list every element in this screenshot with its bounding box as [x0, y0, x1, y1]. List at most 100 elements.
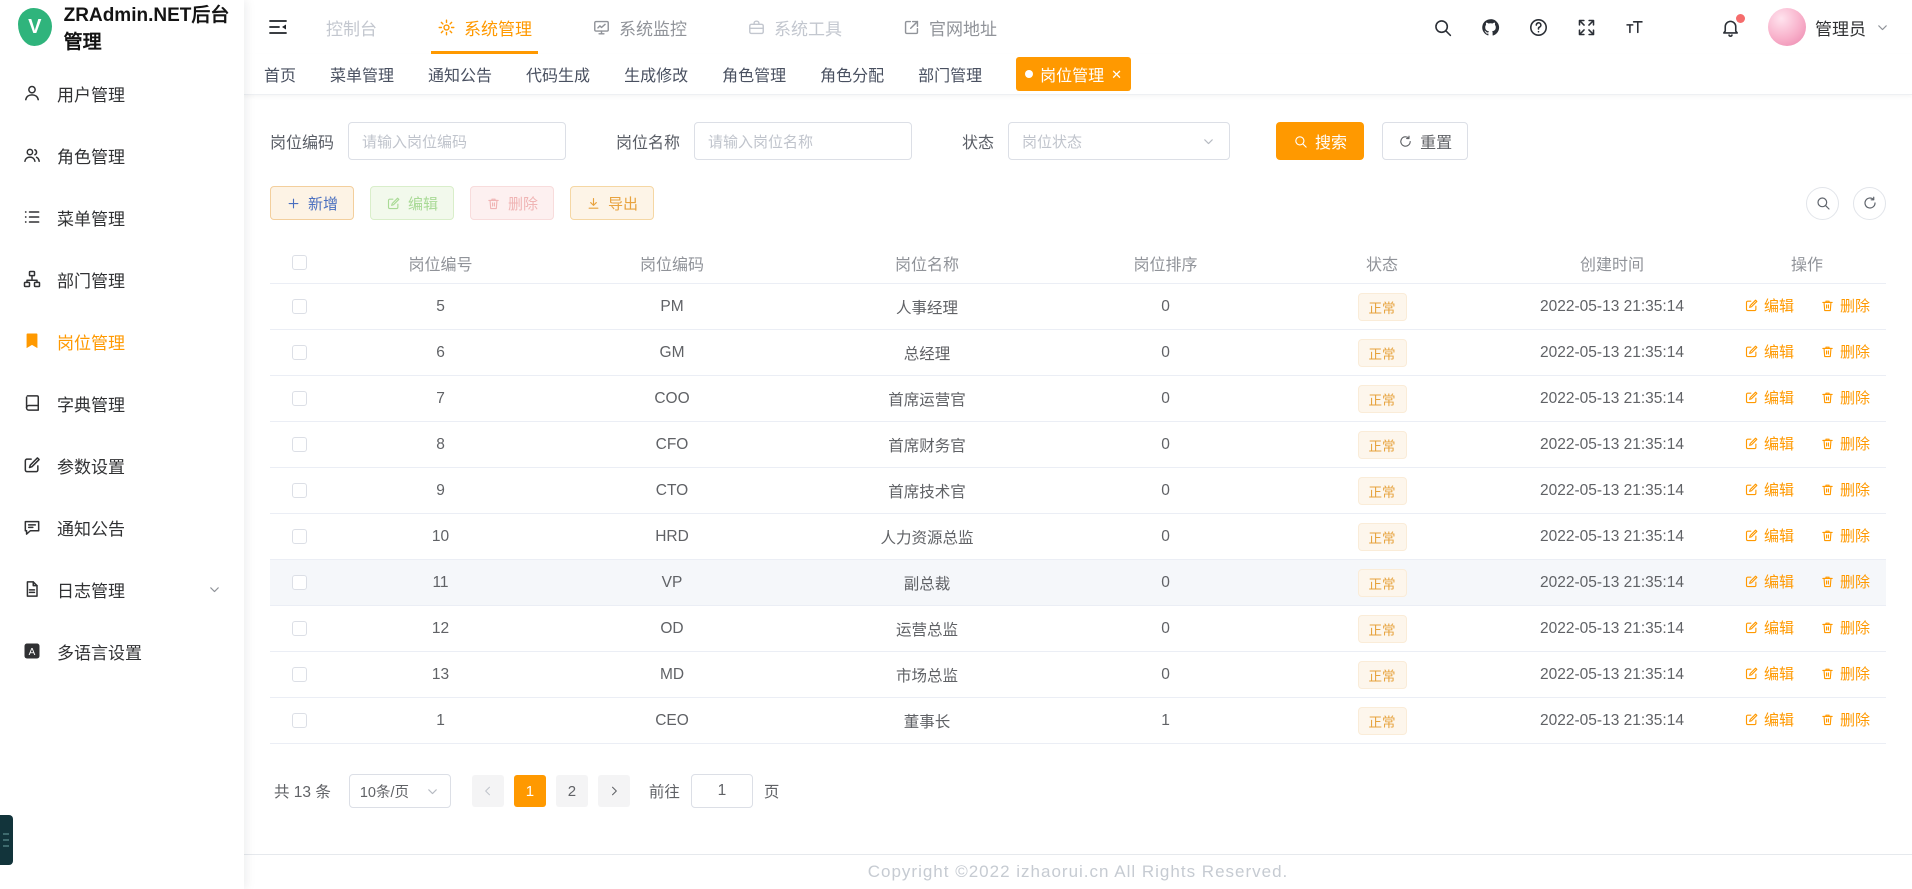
sidebar-item-menu[interactable]: 菜单管理	[0, 186, 244, 248]
sidebar-item-label: 通知公告	[57, 519, 125, 539]
tab-post[interactable]: 岗位管理 ✕	[1016, 57, 1132, 91]
sidebar-item-post[interactable]: 岗位管理	[0, 310, 244, 372]
corner-widget[interactable]	[0, 815, 13, 865]
row-edit-button[interactable]: 编辑	[1744, 525, 1794, 546]
goto-page: 前往 1 页	[649, 774, 779, 808]
row-checkbox[interactable]	[291, 666, 307, 682]
tab-dept[interactable]: 部门管理	[918, 62, 982, 86]
reset-button[interactable]: 重置	[1382, 122, 1469, 160]
delete-button[interactable]: 删除	[470, 186, 555, 220]
add-button[interactable]: 新增	[270, 186, 355, 220]
tab-menu[interactable]: 菜单管理	[330, 62, 394, 86]
page-button[interactable]: 2	[555, 775, 588, 807]
row-checkbox[interactable]	[291, 620, 307, 636]
row-edit-button[interactable]: 编辑	[1744, 433, 1794, 454]
search-button[interactable]: 搜索	[1276, 122, 1365, 160]
row-checkbox[interactable]	[291, 482, 307, 498]
row-delete-button[interactable]: 删除	[1820, 479, 1870, 500]
tab-codegen[interactable]: 代码生成	[526, 62, 590, 86]
language-switch-icon[interactable]	[1672, 17, 1693, 38]
sidebar-item-dept[interactable]: 部门管理	[0, 248, 244, 310]
row-delete-button[interactable]: 删除	[1820, 663, 1870, 684]
row-delete-button[interactable]: 删除	[1820, 295, 1870, 316]
cell: PM	[660, 297, 684, 315]
nav-item-console[interactable]: 控制台	[318, 0, 385, 54]
nav-item-sysmanage[interactable]: 系统管理	[429, 0, 540, 54]
search-icon[interactable]	[1432, 17, 1453, 38]
notification-bell-icon[interactable]	[1720, 13, 1745, 38]
status-select[interactable]: 岗位状态	[1008, 122, 1231, 160]
fullscreen-icon[interactable]	[1576, 17, 1597, 38]
page-size-select[interactable]: 10条/页	[348, 774, 451, 808]
row-checkbox[interactable]	[291, 574, 307, 590]
row-edit-button[interactable]: 编辑	[1744, 663, 1794, 684]
page-button[interactable]: 1	[513, 775, 546, 807]
nav-item-systools[interactable]: 系统工具	[739, 0, 850, 54]
row-edit-button[interactable]: 编辑	[1744, 571, 1794, 592]
row-delete-button[interactable]: 删除	[1820, 433, 1870, 454]
row-edit-button[interactable]: 编辑	[1744, 709, 1794, 730]
sidebar-item-user[interactable]: 用户管理	[0, 62, 244, 124]
menu-list-icon	[22, 207, 42, 227]
trash-icon	[1820, 390, 1835, 405]
next-page-button[interactable]	[597, 775, 630, 807]
post-code-input[interactable]: 请输入岗位编码	[348, 122, 567, 160]
github-icon[interactable]	[1480, 17, 1501, 38]
row-delete-button[interactable]: 删除	[1820, 341, 1870, 362]
app-logo[interactable]: V ZRAdmin.NET后台管理	[0, 0, 244, 54]
tab-role[interactable]: 角色管理	[722, 62, 786, 86]
row-checkbox[interactable]	[291, 712, 307, 728]
column-header: 岗位编号	[408, 256, 473, 274]
row-checkbox[interactable]	[291, 390, 307, 406]
sidebar-item-notice[interactable]: 通知公告	[0, 496, 244, 558]
row-delete-button[interactable]: 删除	[1820, 617, 1870, 638]
row-edit-button[interactable]: 编辑	[1744, 617, 1794, 638]
sidebar-item-log[interactable]: 日志管理	[0, 558, 244, 620]
language-icon: A	[22, 641, 42, 661]
select-all-checkbox[interactable]	[291, 254, 307, 270]
goto-page-input[interactable]: 1	[690, 774, 753, 808]
row-checkbox[interactable]	[291, 436, 307, 452]
tab-label: 部门管理	[918, 68, 983, 85]
nav-item-website[interactable]: 官网地址	[894, 0, 1005, 54]
row-edit-button[interactable]: 编辑	[1744, 295, 1794, 316]
tab-notice[interactable]: 通知公告	[428, 62, 492, 86]
column-header: 操作	[1790, 256, 1823, 274]
copyright-text: Copyright ©2022 izhaorui.cn All Rights R…	[867, 862, 1289, 881]
font-size-icon[interactable]	[1624, 17, 1645, 38]
row-checkbox[interactable]	[291, 528, 307, 544]
sidebar-item-param[interactable]: 参数设置	[0, 434, 244, 496]
table-row: 12 OD 运营总监 0 正常 2022-05-13 21:35:14 编辑 删除	[270, 606, 1886, 652]
row-edit-button[interactable]: 编辑	[1744, 341, 1794, 362]
show-search-button[interactable]	[1806, 186, 1839, 220]
tab-genedit[interactable]: 生成修改	[624, 62, 688, 86]
row-delete-button[interactable]: 删除	[1820, 525, 1870, 546]
cell-created-time: 2022-05-13 21:35:14	[1540, 343, 1684, 361]
help-icon[interactable]	[1528, 17, 1549, 38]
sidebar-item-i18n[interactable]: A 多语言设置	[0, 620, 244, 682]
row-edit-button[interactable]: 编辑	[1744, 479, 1794, 500]
tab-close-icon[interactable]: ✕	[1111, 68, 1122, 81]
edit-square-icon	[22, 455, 42, 475]
sidebar-fold-icon[interactable]	[266, 15, 290, 39]
sidebar-item-role[interactable]: 角色管理	[0, 124, 244, 186]
row-checkbox[interactable]	[291, 298, 307, 314]
edit-button[interactable]: 编辑	[370, 186, 455, 220]
row-delete-button[interactable]: 删除	[1820, 571, 1870, 592]
refresh-table-button[interactable]	[1853, 186, 1886, 220]
post-name-input[interactable]: 请输入岗位名称	[694, 122, 913, 160]
sidebar-menu: 用户管理 角色管理 菜单管理 部门管理 岗位管理 字典管理 参数设置通知公告日志管理 A 多语言…	[0, 54, 244, 682]
user-menu[interactable]: 管理员	[1768, 8, 1890, 46]
tab-roleassign[interactable]: 角色分配	[820, 62, 884, 86]
tab-label: 角色管理	[722, 68, 787, 85]
export-button[interactable]: 导出	[570, 186, 655, 220]
row-delete-button[interactable]: 删除	[1820, 709, 1870, 730]
nav-item-sysmonitor[interactable]: 系统监控	[584, 0, 695, 54]
tab-home[interactable]: 首页	[264, 62, 296, 86]
sidebar-item-dict[interactable]: 字典管理	[0, 372, 244, 434]
roles-icon	[22, 145, 42, 165]
row-checkbox[interactable]	[291, 344, 307, 360]
row-edit-button[interactable]: 编辑	[1744, 387, 1794, 408]
row-delete-button[interactable]: 删除	[1820, 387, 1870, 408]
prev-page-button[interactable]	[471, 775, 504, 807]
